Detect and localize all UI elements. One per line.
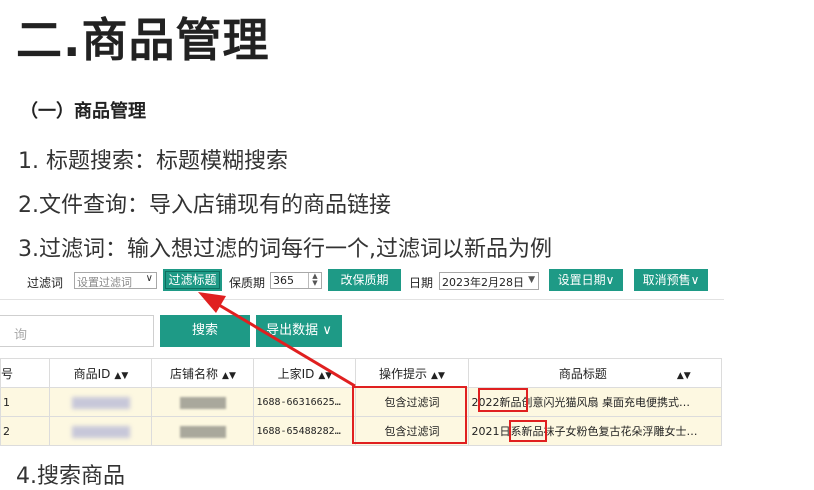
row-index: 1 bbox=[0, 387, 51, 417]
chevron-down-icon: ∨ bbox=[605, 273, 615, 287]
product-id-cell bbox=[49, 387, 153, 417]
search-input[interactable]: 询 bbox=[0, 315, 154, 347]
filter-word-select-value: 设置过滤词 bbox=[77, 276, 132, 289]
annotation-arrow bbox=[198, 292, 356, 388]
title-cell: 2021日系新品袜子女粉色复古花朵浮雕女士… bbox=[467, 416, 722, 446]
cancel-presale-button[interactable]: 取消预售∨ bbox=[634, 269, 708, 291]
title-keyword-annotation-box-1 bbox=[478, 388, 528, 412]
sort-icon[interactable]: ▲▼ bbox=[431, 371, 445, 381]
cancel-presale-label: 取消预售 bbox=[642, 273, 691, 287]
filter-word-label: 过滤词 bbox=[27, 276, 64, 290]
filter-word-select[interactable]: 设置过滤词 ∨ bbox=[74, 272, 157, 289]
arrow-shaft bbox=[213, 300, 356, 388]
column-header-product-id[interactable]: 商品ID ▲▼ bbox=[49, 358, 153, 388]
product-id-cell bbox=[49, 416, 153, 446]
title-rest: 创意闪光猫风扇 桌面充电便携式… bbox=[521, 396, 691, 409]
sort-icon[interactable]: ▲▼ bbox=[677, 371, 691, 381]
step-3-text: 3.过滤词：输入想过滤的词每行一个,过滤词以新品为例 bbox=[18, 237, 552, 262]
date-picker[interactable]: 2023年2月28日 ▼ bbox=[439, 272, 539, 290]
row-index: 2 bbox=[0, 416, 51, 446]
set-date-label: 设置日期 bbox=[557, 273, 606, 287]
chevron-down-icon: ∨ bbox=[145, 273, 153, 284]
title-rest: 袜子女粉色复古花朵浮雕女士… bbox=[543, 425, 698, 438]
redacted-product-id bbox=[71, 396, 130, 409]
upstream-id-cell: 1688-65488282… bbox=[253, 416, 357, 446]
column-header-title[interactable]: 商品标题 ▲▼ bbox=[467, 358, 722, 388]
title-keyword-annotation-box-2 bbox=[509, 420, 547, 442]
dropdown-arrow-icon: ▼ bbox=[528, 275, 535, 285]
page-title: 二.商品管理 bbox=[16, 13, 270, 67]
step-4-text: 4.搜索商品 bbox=[16, 464, 125, 489]
column-header-index[interactable]: 号 bbox=[0, 358, 51, 388]
step-1-text: 1. 标题搜索：标题模糊搜索 bbox=[18, 149, 288, 174]
redacted-product-id bbox=[71, 425, 130, 438]
set-date-button[interactable]: 设置日期∨ bbox=[549, 269, 623, 291]
chevron-down-icon: ∨ bbox=[690, 273, 700, 287]
step-2-text: 2.文件查询：导入店铺现有的商品链接 bbox=[18, 193, 391, 218]
section-title: （一）商品管理 bbox=[20, 101, 146, 122]
date-label: 日期 bbox=[409, 276, 434, 290]
arrow-head-icon bbox=[198, 292, 226, 313]
shop-name-cell bbox=[151, 416, 255, 446]
redacted-shop-name bbox=[179, 425, 226, 438]
date-value: 2023年2月28日 bbox=[442, 276, 524, 289]
sort-icon[interactable]: ▲▼ bbox=[114, 371, 128, 381]
